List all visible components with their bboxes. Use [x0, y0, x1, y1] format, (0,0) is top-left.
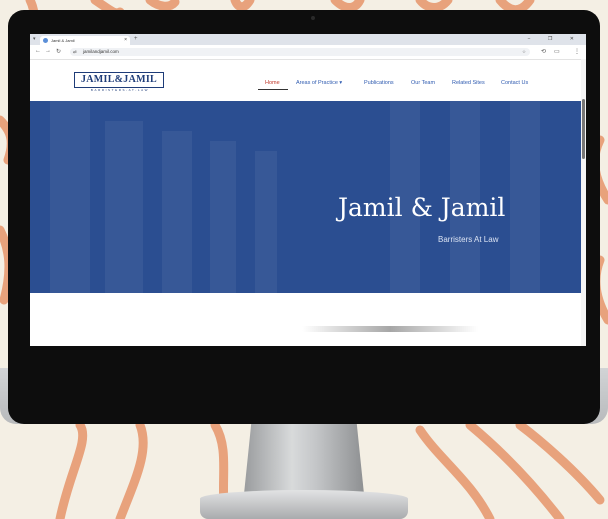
browser-window: ▾ Jamil & Jamil × + − ❐ ✕ ← → ↻ ⇌ jamila…: [30, 34, 586, 346]
site-info-icon[interactable]: ⇌: [73, 48, 77, 56]
address-bar-row: ← → ↻ ⇌ jamilandjamil.com ☆ ⟲ ▭ ⋮: [30, 45, 586, 60]
monitor-stand-base: [200, 490, 408, 519]
window-controls[interactable]: − ❐ ✕: [528, 35, 582, 44]
site-logo-subtext: BARRISTERS-AT-LAW: [90, 88, 150, 92]
forward-icon[interactable]: →: [45, 48, 51, 54]
hero-banner: Jamil & Jamil Barristers At Law: [30, 101, 581, 293]
hero-title: Jamil & Jamil: [338, 193, 506, 222]
monitor-stand-neck: [244, 424, 364, 494]
address-input[interactable]: ⇌ jamilandjamil.com ☆: [70, 48, 530, 56]
tab-bar: ▾ Jamil & Jamil × + − ❐ ✕: [30, 34, 586, 45]
url-text: jamilandjamil.com: [83, 49, 119, 54]
nav-our-team[interactable]: Our Team: [411, 80, 435, 86]
hero-subtitle: Barristers At Law: [438, 235, 499, 244]
tab-close-icon[interactable]: ×: [124, 36, 127, 45]
tab-title: Jamil & Jamil: [51, 38, 75, 43]
scrollbar-thumb[interactable]: [582, 99, 585, 159]
nav-publications[interactable]: Publications: [364, 80, 394, 86]
nav-related-sites[interactable]: Related Sites: [452, 80, 485, 86]
tab-search-icon[interactable]: ▾: [33, 36, 36, 42]
section-shadow: [302, 326, 478, 332]
back-icon[interactable]: ←: [35, 48, 41, 54]
nav-active-underline: [258, 89, 288, 90]
new-tab-button[interactable]: +: [134, 35, 138, 44]
browser-tab[interactable]: Jamil & Jamil ×: [40, 36, 130, 45]
nav-contact-us[interactable]: Contact Us: [501, 80, 528, 86]
camera-dot: [311, 16, 315, 20]
nav-areas-of-practice[interactable]: Areas of Practice ▾: [296, 80, 342, 86]
site-logo[interactable]: JAMIL&JAMIL: [74, 72, 164, 88]
site-header: JAMIL&JAMIL BARRISTERS-AT-LAW Home Areas…: [30, 60, 586, 98]
bookmark-star-icon[interactable]: ☆: [522, 48, 526, 56]
profile-icon[interactable]: ▭: [554, 48, 560, 55]
menu-icon[interactable]: ⋮: [574, 48, 580, 55]
reload-icon[interactable]: ↻: [56, 48, 61, 55]
content-area: [30, 293, 581, 346]
extensions-icon[interactable]: ⟲: [541, 48, 546, 55]
scrollbar[interactable]: [581, 59, 586, 346]
nav-home[interactable]: Home: [265, 80, 280, 86]
favicon-icon: [43, 38, 48, 43]
